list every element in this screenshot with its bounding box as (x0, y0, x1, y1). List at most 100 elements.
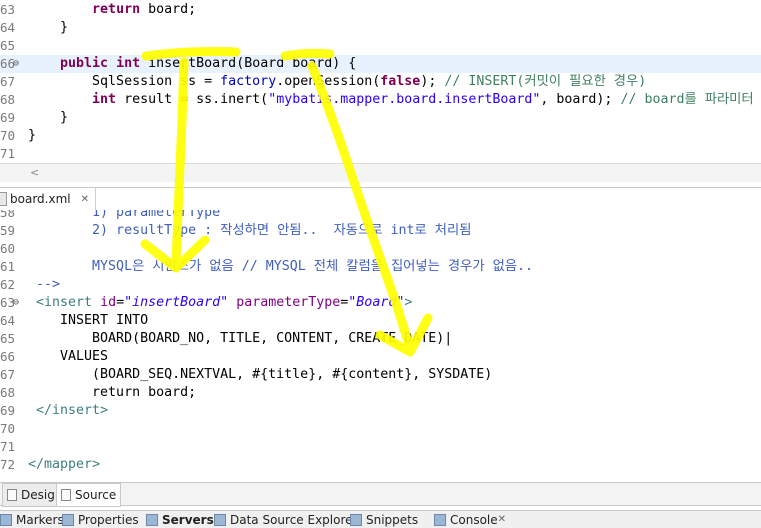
code-text: </insert> (28, 403, 109, 418)
fold-marker-icon[interactable]: ⊖ (13, 294, 19, 312)
code-text: } (28, 128, 37, 143)
markers-icon (0, 513, 12, 526)
xml-line-72[interactable]: 72 </mapper> (0, 456, 761, 474)
code-text: 2) resultType : 작성하면 안됨.. 자동으로 int로 처리됨 (28, 223, 472, 238)
xml-line-69[interactable]: 69 </insert> (0, 402, 761, 420)
source-icon (61, 489, 71, 501)
line-number: 68 (0, 92, 16, 107)
xml-line-67[interactable]: 67 (BOARD_SEQ.NEXTVAL, #{title}, #{conte… (0, 366, 761, 384)
line-number: 69 (0, 110, 16, 125)
java-line-66[interactable]: 66 ⊖ public int insertBoard(Board board) … (0, 55, 761, 73)
close-icon[interactable]: ✕ (498, 514, 506, 525)
tab-board-xml[interactable]: board.xml ✕ (0, 188, 96, 210)
xml-editor[interactable]: 58 1) parameterType 59 2) resultType : 작성… (0, 210, 761, 480)
view-tab-snippets[interactable]: Snippets (350, 511, 418, 528)
editor-mode-tabs: Design Source (0, 482, 761, 507)
line-number: 60 (0, 241, 16, 256)
java-line-69[interactable]: 69 } (0, 109, 761, 127)
line-number: 72 (0, 457, 16, 472)
view-label: Snippets (366, 512, 419, 527)
code-text: MYSQL은 시퀀스가 없음 // MYSQL 전체 칼럼을 집어넣는 경우가 … (28, 259, 534, 274)
code-text: int result = ss.inert("mybatis.mapper.bo… (92, 92, 754, 107)
code-text: } (28, 20, 69, 35)
design-icon (7, 489, 17, 501)
line-number: 59 (0, 223, 16, 238)
line-number: 62 (0, 277, 16, 292)
line-number: 66 (0, 349, 16, 364)
java-line-67[interactable]: 67 SqlSession ss = factory.openSession(f… (0, 73, 761, 91)
xml-file-icon (0, 192, 7, 206)
java-line-64[interactable]: 64 } (0, 19, 761, 37)
view-tab-data-source-explorer[interactable]: Data Source Explorer (214, 511, 357, 528)
line-number: 67 (0, 367, 16, 382)
view-label: Console (450, 512, 498, 527)
console-icon (434, 513, 446, 526)
java-line-70[interactable]: 70} (0, 127, 761, 145)
xml-line-62[interactable]: 62 --> (0, 276, 761, 294)
servers-icon (146, 513, 158, 526)
code-text: VALUES (28, 349, 109, 364)
java-horizontal-scrollbar[interactable]: < (0, 163, 761, 182)
view-tab-properties[interactable]: Properties (62, 511, 139, 528)
line-number: 70 (0, 421, 16, 436)
line-number: 71 (0, 146, 16, 161)
tab-label: Source (75, 488, 117, 502)
view-label: Markers (16, 512, 64, 527)
xml-line-71[interactable]: 71 (0, 438, 761, 456)
code-text: </mapper> (28, 457, 101, 472)
view-tab-markers[interactable]: Markers (0, 511, 64, 528)
editor-tab-bar: board.xml ✕ (0, 187, 761, 211)
java-line-68[interactable]: 68 int result = ss.inert("mybatis.mapper… (0, 91, 761, 109)
line-number: 63 (0, 2, 16, 17)
code-text: (BOARD_SEQ.NEXTVAL, #{title}, #{content}… (28, 367, 493, 382)
scroll-left-arrow[interactable]: < (30, 166, 39, 179)
java-editor[interactable]: 63 return board; 64 } 65 66 ⊖ public int ins… (0, 0, 761, 165)
xml-line-59[interactable]: 59 2) resultType : 작성하면 안됨.. 자동으로 int로 처… (0, 222, 761, 240)
line-number: 61 (0, 259, 16, 274)
code-text: --> (28, 277, 61, 292)
xml-line-60[interactable]: 60 (0, 240, 761, 258)
java-line-65[interactable]: 65 (0, 37, 761, 55)
data-source-icon (214, 513, 226, 526)
tab-source[interactable]: Source (56, 483, 122, 507)
view-label: Data Source Explorer (230, 512, 358, 527)
xml-line-58[interactable]: 58 1) parameterType (0, 210, 761, 222)
code-text: BOARD(BOARD_NO, TITLE, CONTENT, CREATE_D… (28, 331, 453, 346)
code-text: } (28, 110, 69, 125)
code-text: SqlSession ss = factory.openSession(fals… (28, 74, 647, 89)
xml-line-70[interactable]: 70 (0, 420, 761, 438)
view-label: Properties (78, 512, 139, 527)
close-icon[interactable]: ✕ (81, 194, 89, 205)
fold-marker-icon[interactable]: ⊖ (13, 55, 19, 73)
line-number: 69 (0, 403, 16, 418)
line-number: 64 (0, 20, 16, 35)
line-number: 58 (0, 210, 16, 220)
line-number: 64 (0, 313, 16, 328)
line-number: 67 (0, 74, 16, 89)
view-tab-console[interactable]: Console ✕ (434, 511, 506, 528)
xml-line-61[interactable]: 61 MYSQL은 시퀀스가 없음 // MYSQL 전체 칼럼을 집어넣는 경… (0, 258, 761, 276)
code-text: return board; (92, 2, 197, 17)
line-number: 70 (0, 128, 16, 143)
snippets-icon (350, 513, 362, 526)
line-number: 65 (0, 331, 16, 346)
code-text: public int insertBoard(Board board) { (60, 56, 357, 71)
xml-line-65[interactable]: 65 BOARD(BOARD_NO, TITLE, CONTENT, CREAT… (0, 330, 761, 348)
code-text: <insert id="insertBoard" parameterType="… (28, 295, 413, 310)
code-text: INSERT INTO (28, 313, 149, 328)
code-text: 1) parameterType (28, 210, 221, 220)
line-number: 65 (0, 38, 16, 53)
view-tab-servers[interactable]: Servers (146, 511, 214, 528)
xml-line-68[interactable]: 68 return board; (0, 384, 761, 402)
java-line-71[interactable]: 71 (0, 145, 761, 163)
bottom-view-tabs: Markers Properties Servers Data Source Expl… (0, 510, 761, 528)
xml-line-66[interactable]: 66 VALUES (0, 348, 761, 366)
line-number: 68 (0, 385, 16, 400)
line-number: 71 (0, 439, 16, 454)
xml-line-64[interactable]: 64 INSERT INTO (0, 312, 761, 330)
xml-line-63[interactable]: 63 ⊖ <insert id="insertBoard" parameterTy… (0, 294, 761, 312)
view-label: Servers (162, 512, 214, 527)
code-text: return board; (28, 385, 197, 400)
tab-label: board.xml (10, 192, 71, 206)
java-line-63[interactable]: 63 return board; (0, 1, 761, 19)
